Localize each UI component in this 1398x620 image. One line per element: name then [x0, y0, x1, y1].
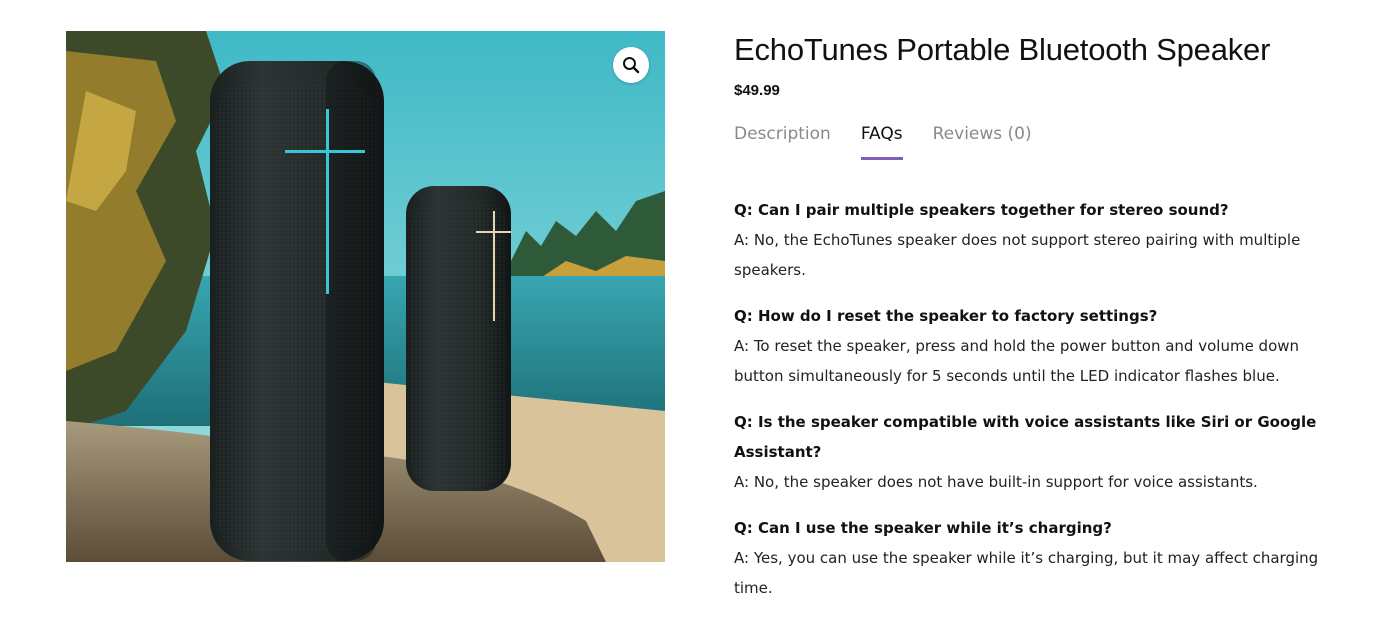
faq-question: Q: Can I use the speaker while it’s char… [734, 519, 1112, 537]
product-price: $49.99 [734, 82, 780, 99]
faq-answer: A: Yes, you can use the speaker while it… [734, 549, 1319, 597]
tab-reviews[interactable]: Reviews (0) [933, 124, 1032, 160]
faq-item: Q: How do I reset the speaker to factory… [734, 301, 1324, 391]
tab-description[interactable]: Description [734, 124, 831, 160]
product-tabs: Description FAQs Reviews (0) [734, 124, 1334, 160]
faq-question: Q: How do I reset the speaker to factory… [734, 307, 1158, 325]
speaker-photo [66, 31, 665, 562]
magnifier-icon [623, 57, 640, 74]
faq-answer: A: No, the EchoTunes speaker does not su… [734, 231, 1301, 279]
product-title: EchoTunes Portable Bluetooth Speaker [734, 32, 1271, 67]
faq-item: Q: Can I use the speaker while it’s char… [734, 513, 1324, 603]
tab-faqs[interactable]: FAQs [860, 124, 903, 160]
faq-question: Q: Can I pair multiple speakers together… [734, 201, 1229, 219]
faq-answer: A: No, the speaker does not have built-i… [734, 473, 1258, 491]
faq-item: Q: Can I pair multiple speakers together… [734, 195, 1324, 285]
product-image[interactable] [66, 31, 665, 562]
faq-item: Q: Is the speaker compatible with voice … [734, 407, 1324, 497]
faq-list: Q: Can I pair multiple speakers together… [734, 195, 1324, 603]
zoom-button[interactable] [613, 47, 649, 83]
faq-question: Q: Is the speaker compatible with voice … [734, 413, 1317, 461]
faq-answer: A: To reset the speaker, press and hold … [734, 337, 1300, 385]
product-summary: EchoTunes Portable Bluetooth Speaker $49… [734, 30, 1334, 619]
